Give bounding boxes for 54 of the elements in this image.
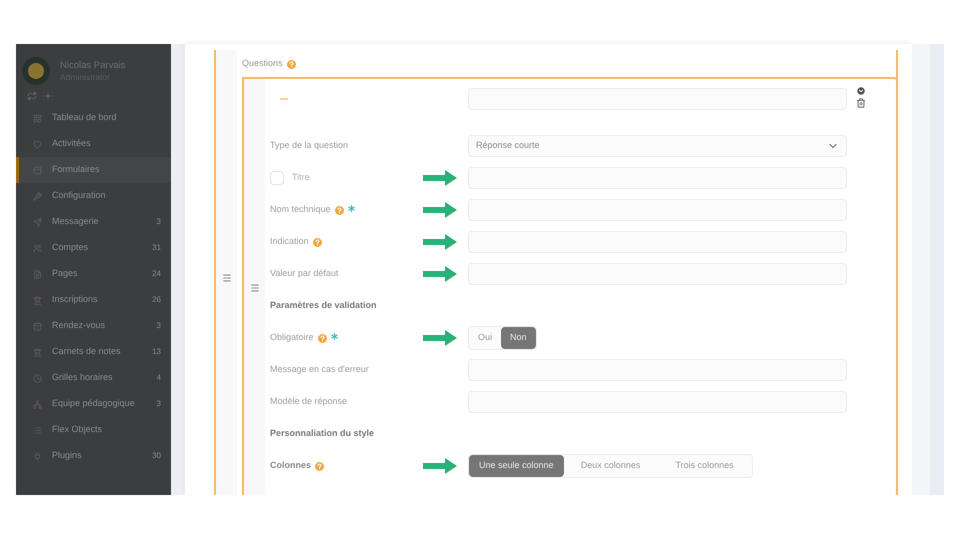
sidebar-item[interactable]: Inscriptions 26: [16, 287, 171, 313]
users-icon: [33, 244, 42, 252]
wrench-icon: [33, 192, 42, 200]
drag-handle-icon[interactable]: [222, 273, 232, 283]
hierarchy-icon: [33, 400, 42, 408]
swap-icon[interactable]: [27, 91, 37, 101]
question-type-select[interactable]: Réponse courte: [468, 135, 847, 157]
field-label: Type de la question: [270, 139, 348, 152]
option-button[interactable]: Non: [501, 327, 536, 349]
section-label: Questions: [242, 57, 283, 70]
document-icon: [33, 270, 42, 278]
sidebar-item[interactable]: Grilles horaires 4: [16, 365, 171, 391]
section-heading: Paramètres de validation: [270, 299, 377, 312]
list-icon: [33, 426, 42, 434]
sidebar-item[interactable]: Carnets de notes 13: [16, 339, 171, 365]
calendar-icon: [33, 322, 42, 330]
option-button[interactable]: Trois colonnes: [658, 455, 752, 477]
field-label: Obligatoire: [270, 331, 314, 344]
option-button[interactable]: Deux colonnes: [564, 455, 658, 477]
sidebar-item[interactable]: Pages 24: [16, 261, 171, 287]
option-button[interactable]: Oui: [469, 327, 502, 349]
sidebar-item[interactable]: Formulaires: [16, 157, 171, 183]
trash-icon[interactable]: [856, 98, 866, 108]
sidebar-item[interactable]: Equipe pédagogique 3: [16, 391, 171, 417]
paper-plane-icon: [33, 218, 42, 226]
plus-icon[interactable]: [43, 91, 53, 101]
section-heading: Personnaliation du style: [270, 427, 374, 440]
sidebar-item[interactable]: Configuration: [16, 183, 171, 209]
window-icon: [33, 166, 42, 174]
sidebar-item[interactable]: Activitées: [16, 131, 171, 157]
checkbox[interactable]: [270, 171, 284, 185]
sidebar-item[interactable]: Rendez-vous 3: [16, 313, 171, 339]
clock-icon: [33, 374, 42, 382]
sidebar-item[interactable]: Comptes 31: [16, 235, 171, 261]
field-label: Modèle de réponse: [270, 395, 348, 408]
collapse-icon[interactable]: [856, 86, 866, 96]
heart-icon: [33, 140, 42, 148]
building-icon: [33, 296, 42, 304]
avatar: [22, 57, 50, 85]
building-icon: [33, 348, 42, 356]
sidebar-item[interactable]: Tableau de bord: [16, 105, 171, 131]
field-label: Colonnes: [270, 459, 312, 472]
field-label: Indication: [270, 235, 309, 248]
sidebar-item[interactable]: Plugins 30: [16, 443, 171, 469]
sidebar-item[interactable]: Messagerie 3: [16, 209, 171, 235]
field-label: Valeur par défaut: [270, 267, 338, 280]
option-button[interactable]: Une seule colonne: [469, 455, 564, 477]
drag-handle-icon[interactable]: [250, 283, 260, 293]
sidebar-item[interactable]: Flex Objects: [16, 417, 171, 443]
plug-icon: [33, 452, 42, 460]
field-label: Titre: [292, 171, 310, 184]
grid-icon: [33, 114, 42, 122]
field-label: Nom technique: [270, 203, 331, 216]
field-label: Message en cas d'erreur: [270, 363, 369, 376]
